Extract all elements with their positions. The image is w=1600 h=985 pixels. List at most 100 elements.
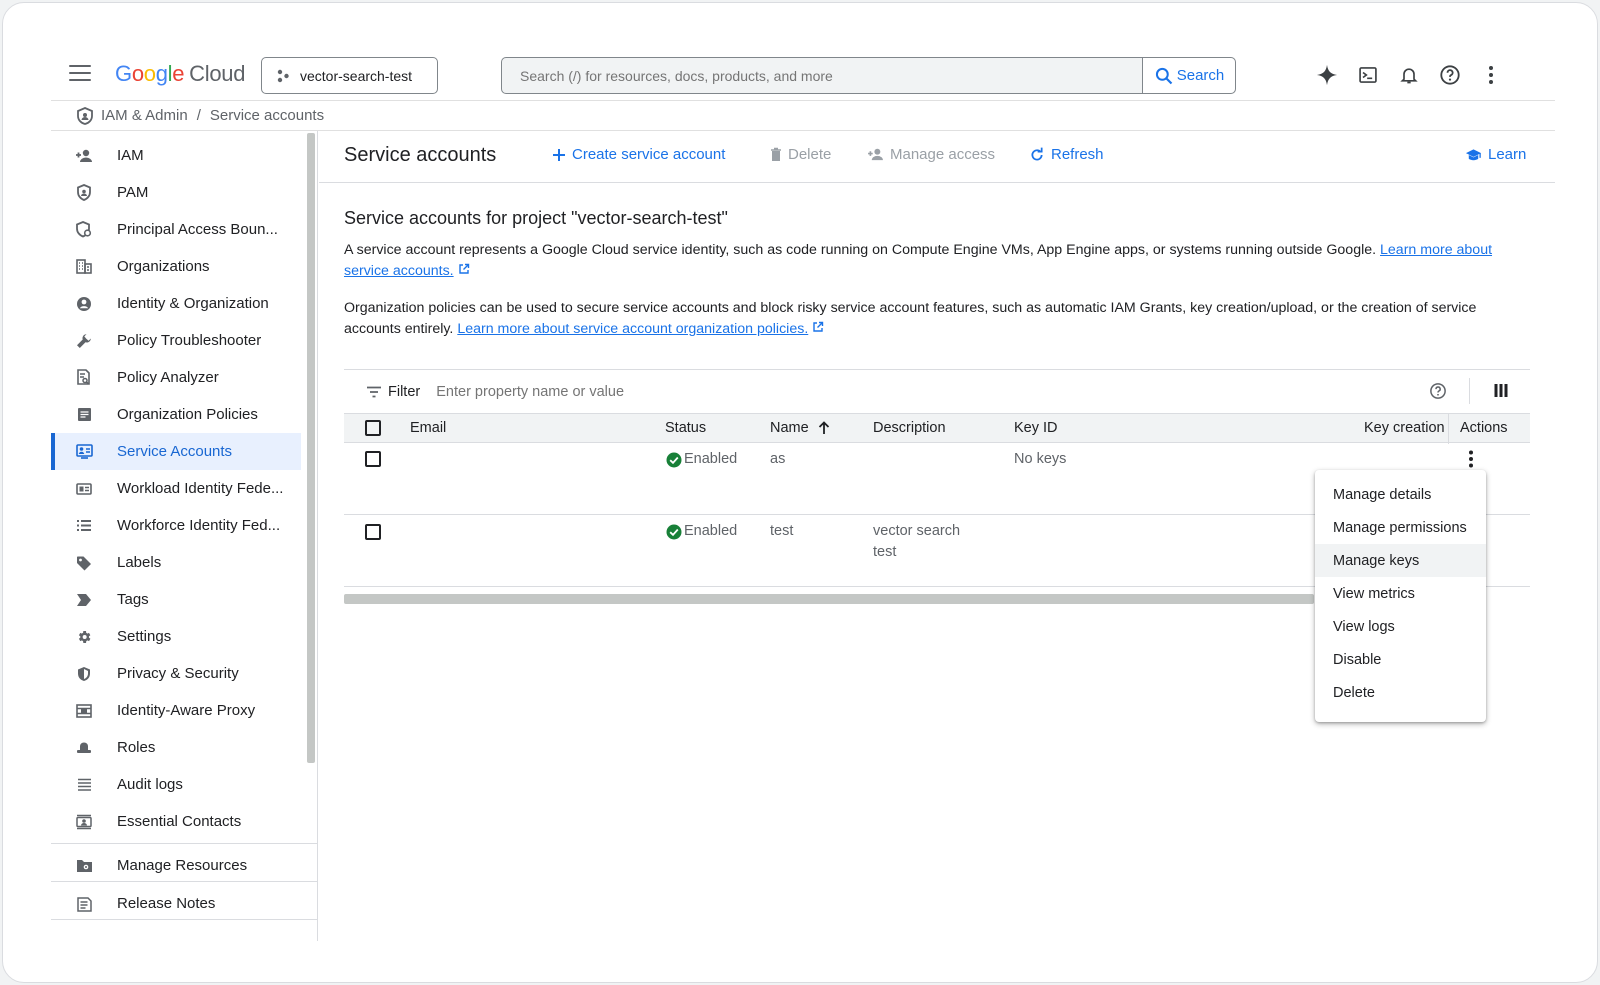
menu-icon[interactable] bbox=[69, 65, 91, 83]
refresh-label: Refresh bbox=[1051, 146, 1104, 163]
sidebar-item-identity-aware-proxy[interactable]: Identity-Aware Proxy bbox=[51, 692, 301, 729]
row-name: test bbox=[770, 523, 794, 539]
project-picker[interactable]: vector-search-test bbox=[261, 57, 438, 94]
column-name[interactable]: Name bbox=[770, 420, 830, 436]
logo-letter: o bbox=[143, 61, 156, 86]
menu-item-view-metrics[interactable]: View metrics bbox=[1315, 577, 1486, 610]
menu-item-disable[interactable]: Disable bbox=[1315, 643, 1486, 676]
sidebar-item-label: IAM bbox=[117, 147, 144, 164]
logo-letter: g bbox=[155, 61, 168, 86]
menu-item-manage-details[interactable]: Manage details bbox=[1315, 478, 1486, 511]
row-checkbox[interactable] bbox=[365, 451, 381, 467]
filter-input[interactable] bbox=[436, 383, 1037, 400]
menu-item-manage-permissions[interactable]: Manage permissions bbox=[1315, 511, 1486, 544]
more-vert-icon[interactable] bbox=[1470, 61, 1511, 89]
sidebar-divider bbox=[51, 919, 318, 920]
sidebar-item-organizations[interactable]: Organizations bbox=[51, 248, 301, 285]
search-bar: Search bbox=[501, 57, 1236, 94]
sidebar-item-identity-organization[interactable]: Identity & Organization bbox=[51, 285, 301, 322]
search-input[interactable] bbox=[502, 58, 1142, 93]
sidebar-item-label: Organization Policies bbox=[117, 406, 258, 423]
sidebar-item-labels[interactable]: Labels bbox=[51, 544, 301, 581]
sidebar-scrollbar[interactable] bbox=[307, 133, 315, 763]
sidebar-item-principal-access[interactable]: Principal Access Boun... bbox=[51, 211, 301, 248]
sidebar-item-workforce-identity[interactable]: Workforce Identity Fed... bbox=[51, 507, 301, 544]
sidebar-item-label: Identity & Organization bbox=[117, 295, 269, 312]
column-display-icon[interactable] bbox=[1494, 383, 1508, 401]
org-policies-paragraph: Organization policies can be used to sec… bbox=[344, 298, 1534, 340]
sidebar-item-audit-logs[interactable]: Audit logs bbox=[51, 766, 301, 803]
sidebar-item-organization-policies[interactable]: Organization Policies bbox=[51, 396, 301, 433]
sidebar-item-roles[interactable]: Roles bbox=[51, 729, 301, 766]
delete-button[interactable]: Delete bbox=[770, 146, 831, 163]
column-status[interactable]: Status bbox=[665, 420, 706, 436]
sidebar-item-label: Policy Analyzer bbox=[117, 369, 219, 386]
sort-ascending-icon bbox=[818, 421, 829, 434]
logo-letter: e bbox=[172, 61, 185, 86]
table-help-icon[interactable] bbox=[1429, 382, 1447, 403]
menu-item-view-logs[interactable]: View logs bbox=[1315, 610, 1486, 643]
sidebar-divider bbox=[51, 881, 318, 882]
learn-button[interactable]: Learn bbox=[1465, 146, 1526, 163]
sidebar-item-essential-contacts[interactable]: Essential Contacts bbox=[51, 803, 301, 840]
select-all-checkbox[interactable] bbox=[365, 420, 381, 436]
gemini-icon[interactable] bbox=[1306, 61, 1347, 89]
id-card-icon bbox=[75, 480, 93, 498]
sidebar-item-label: Release Notes bbox=[117, 895, 216, 912]
sidebar-item-iam[interactable]: IAM bbox=[51, 137, 301, 174]
google-cloud-logo[interactable]: Google Cloud bbox=[115, 61, 245, 87]
manage-access-button[interactable]: Manage access bbox=[867, 146, 995, 163]
manage-access-label: Manage access bbox=[890, 146, 996, 163]
menu-item-manage-keys[interactable]: Manage keys bbox=[1315, 544, 1486, 577]
row-status-text: Enabled bbox=[684, 451, 738, 467]
sidebar-item-label: Settings bbox=[117, 628, 172, 645]
breadcrumb: IAM & Admin / Service accounts bbox=[51, 101, 1555, 131]
row-status: Enabled bbox=[666, 449, 737, 470]
cloud-shell-icon[interactable] bbox=[1347, 61, 1388, 89]
organization-icon bbox=[75, 258, 93, 276]
refresh-button[interactable]: Refresh bbox=[1029, 146, 1104, 163]
sidebar-item-label: Labels bbox=[117, 554, 162, 571]
sidebar-item-workload-identity[interactable]: Workload Identity Fede... bbox=[51, 470, 301, 507]
sidebar-item-tags[interactable]: Tags bbox=[51, 581, 301, 618]
page-title: Service accounts bbox=[344, 144, 497, 166]
check-circle-icon bbox=[666, 524, 682, 539]
column-key-creation[interactable]: Key creation bbox=[1364, 420, 1446, 436]
create-label: Create service account bbox=[572, 146, 726, 163]
delete-label: Delete bbox=[788, 146, 832, 163]
top-icons bbox=[1306, 61, 1511, 89]
table-horizontal-scrollbar[interactable] bbox=[344, 594, 1314, 604]
row-status-text: Enabled bbox=[684, 523, 738, 539]
sidebar-item-pam[interactable]: PAM bbox=[51, 174, 301, 211]
row-actions-more-icon[interactable] bbox=[1468, 450, 1474, 472]
help-icon[interactable] bbox=[1429, 61, 1470, 89]
learn-label: Learn bbox=[1488, 146, 1527, 163]
breadcrumb-parent[interactable]: IAM & Admin bbox=[101, 107, 188, 124]
row-checkbox[interactable] bbox=[365, 524, 381, 540]
sidebar-item-label: Workforce Identity Fed... bbox=[117, 517, 281, 534]
policy-icon bbox=[75, 221, 93, 239]
column-description[interactable]: Description bbox=[873, 420, 946, 436]
logo-letter: o bbox=[131, 61, 144, 86]
create-service-account-button[interactable]: Create service account bbox=[552, 146, 725, 163]
list-box-icon bbox=[75, 406, 93, 424]
sidebar-item-label: Workload Identity Fede... bbox=[117, 480, 284, 497]
sidebar-item-settings[interactable]: Settings bbox=[51, 618, 301, 655]
sidebar-item-policy-troubleshooter[interactable]: Policy Troubleshooter bbox=[51, 322, 301, 359]
sidebar-item-manage-resources[interactable]: Manage Resources bbox=[51, 847, 301, 884]
filter-button[interactable]: Filter bbox=[366, 384, 420, 400]
contact-card-icon bbox=[75, 813, 93, 831]
filter-bar: Filter bbox=[344, 369, 1530, 413]
column-key-id[interactable]: Key ID bbox=[1014, 420, 1058, 436]
search-button-label: Search bbox=[1176, 67, 1225, 84]
notifications-icon[interactable] bbox=[1388, 61, 1429, 89]
menu-item-delete[interactable]: Delete bbox=[1315, 676, 1486, 709]
learn-more-org-policies-link[interactable]: Learn more about service account organiz… bbox=[457, 321, 808, 337]
sidebar-item-privacy-security[interactable]: Privacy & Security bbox=[51, 655, 301, 692]
sidebar-item-policy-analyzer[interactable]: Policy Analyzer bbox=[51, 359, 301, 396]
sidebar-item-label: Privacy & Security bbox=[117, 665, 239, 682]
column-email[interactable]: Email bbox=[410, 420, 446, 436]
sidebar-item-release-notes[interactable]: Release Notes bbox=[51, 885, 301, 922]
sidebar-item-service-accounts[interactable]: Service Accounts bbox=[51, 433, 301, 470]
search-button[interactable]: Search bbox=[1142, 58, 1235, 93]
